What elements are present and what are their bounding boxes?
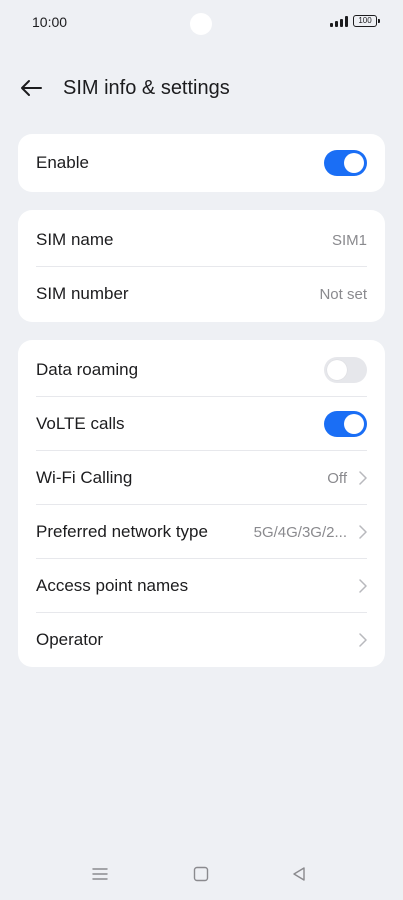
sim-name-value: SIM1 — [331, 231, 367, 249]
data-roaming-toggle[interactable] — [324, 357, 367, 383]
sim-card: SIM name SIM1 SIM number Not set — [18, 210, 385, 322]
chevron-right-icon — [359, 471, 367, 485]
home-icon[interactable] — [191, 864, 211, 884]
menu-icon[interactable] — [90, 864, 110, 884]
header: SIM info & settings — [0, 66, 403, 110]
back-arrow-icon[interactable] — [18, 76, 44, 100]
wifi-calling-row[interactable]: Wi-Fi Calling Off — [36, 451, 367, 505]
sim-number-row[interactable]: SIM number Not set — [36, 267, 367, 321]
volte-toggle[interactable] — [324, 411, 367, 437]
enable-card: Enable — [18, 134, 385, 192]
data-roaming-row[interactable]: Data roaming — [36, 343, 367, 397]
enable-toggle[interactable] — [324, 150, 367, 176]
status-bar: 10:00 100 — [0, 0, 403, 46]
chevron-right-icon — [359, 525, 367, 539]
chevron-right-icon — [359, 633, 367, 647]
operator-row[interactable]: Operator — [36, 613, 367, 667]
chevron-right-icon — [359, 579, 367, 593]
signal-icon — [330, 15, 348, 27]
status-icons: 100 — [330, 15, 380, 27]
enable-label: Enable — [36, 153, 89, 172]
battery-icon: 100 — [353, 15, 380, 27]
data-roaming-label: Data roaming — [36, 360, 139, 379]
preferred-network-value-group: 5G/4G/3G/2... — [254, 524, 367, 541]
network-card: Data roaming VoLTE calls Wi-Fi Calling O… — [18, 340, 385, 667]
apn-row[interactable]: Access point names — [36, 559, 367, 613]
sim-number-label: SIM number — [36, 284, 129, 303]
apn-label: Access point names — [36, 576, 189, 595]
preferred-network-label: Preferred network type — [36, 522, 208, 541]
navigation-bar — [0, 856, 403, 896]
wifi-calling-label: Wi-Fi Calling — [36, 468, 133, 487]
sim-name-row[interactable]: SIM name SIM1 — [36, 213, 367, 267]
preferred-network-row[interactable]: Preferred network type 5G/4G/3G/2... — [36, 505, 367, 559]
back-triangle-icon[interactable] — [289, 864, 309, 884]
page-title: SIM info & settings — [63, 77, 230, 99]
wifi-calling-value: Off — [327, 469, 347, 487]
volte-label: VoLTE calls — [36, 414, 125, 433]
sim-name-label: SIM name — [36, 230, 114, 249]
sim-number-value: Not set — [319, 285, 367, 303]
volte-row[interactable]: VoLTE calls — [36, 397, 367, 451]
enable-row[interactable]: Enable — [36, 136, 367, 190]
camera-cutout — [190, 13, 212, 35]
preferred-network-value: 5G/4G/3G/2... — [253, 523, 347, 541]
operator-label: Operator — [36, 630, 104, 649]
wifi-calling-value-group: Off — [327, 470, 367, 487]
status-time: 10:00 — [32, 14, 68, 30]
